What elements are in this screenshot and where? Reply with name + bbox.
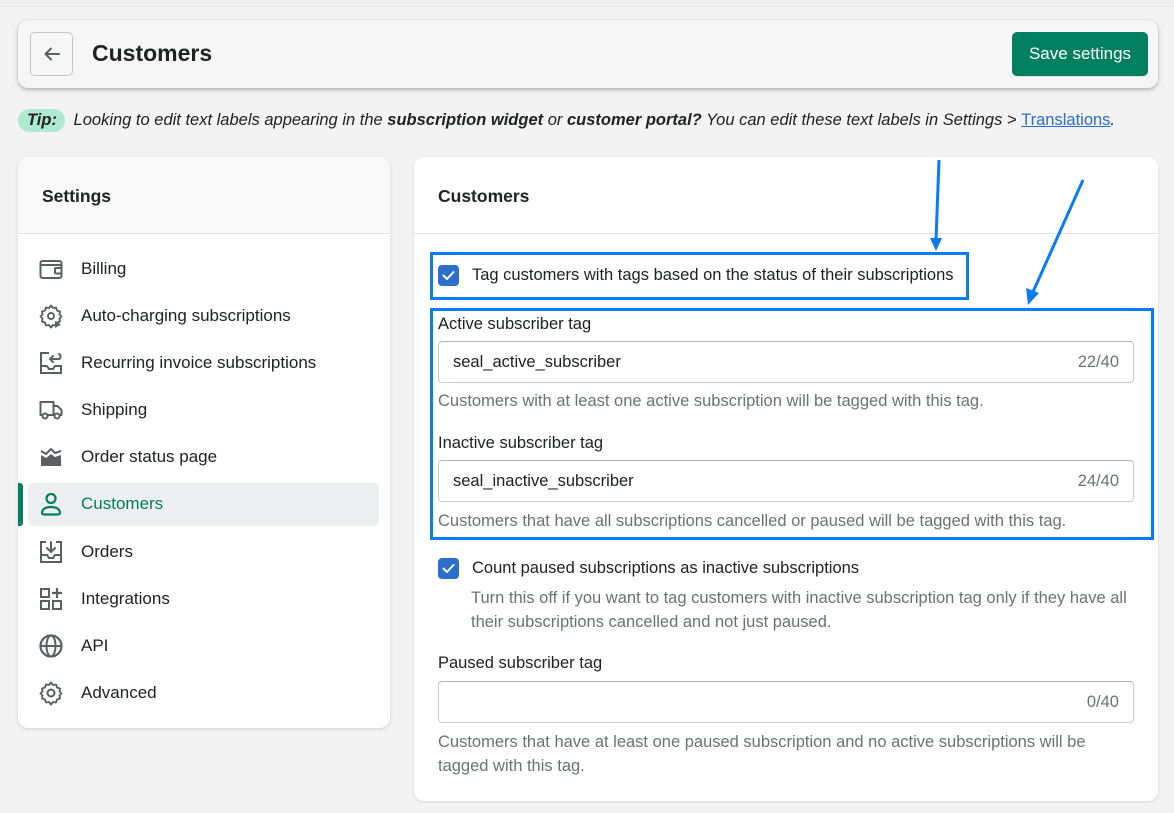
page-title: Customers (92, 40, 213, 66)
order-status-icon (38, 444, 64, 470)
sidebar-item-order-status-page[interactable]: Order status page (28, 436, 379, 479)
sidebar-item-customers[interactable]: Customers (18, 482, 379, 526)
settings-sidebar: Settings Billing Auto-charging subscript… (18, 157, 390, 728)
count-paused-checkbox[interactable] (438, 558, 459, 579)
count-paused-checkbox-row[interactable]: Count paused subscriptions as inactive s… (438, 558, 859, 579)
active-tag-input[interactable]: seal_active_subscriber 22/40 (438, 341, 1134, 383)
settings-nav: Billing Auto-charging subscriptions Recu… (18, 234, 390, 715)
inactive-tag-help: Customers that have all subscriptions ca… (438, 512, 1067, 530)
tag-customers-checkbox[interactable] (438, 265, 459, 286)
tip-text: Looking to edit text labels appearing in… (73, 111, 383, 129)
paused-tag-label: Paused subscriber tag (438, 654, 603, 672)
sidebar-item-shipping[interactable]: Shipping (28, 389, 379, 432)
save-settings-button[interactable]: Save settings (1012, 32, 1148, 76)
person-icon (38, 491, 64, 517)
translations-link[interactable]: Translations (1021, 111, 1110, 129)
active-tag-value: seal_active_subscriber (453, 352, 621, 371)
inactive-tag-input[interactable]: seal_inactive_subscriber 24/40 (438, 460, 1134, 502)
sidebar-item-label: Integrations (81, 588, 170, 608)
wallet-icon (38, 256, 64, 282)
back-button[interactable] (30, 32, 73, 76)
sidebar-item-orders[interactable]: Orders (28, 530, 379, 573)
count-paused-label: Count paused subscriptions as inactive s… (472, 559, 860, 577)
sidebar-item-advanced[interactable]: Advanced (28, 672, 379, 715)
tip-bold-portal: customer portal? (566, 111, 702, 129)
sidebar-item-label: Shipping (81, 400, 148, 420)
sidebar-title: Settings (18, 157, 390, 234)
window-top-bar (0, 0, 1174, 7)
gear-icon (38, 680, 64, 706)
count-paused-help: Turn this off if you want to tag custome… (471, 589, 1127, 631)
inactive-tag-value: seal_inactive_subscriber (453, 471, 634, 490)
customers-settings-card: Customers Tag customers with tags based … (414, 157, 1158, 801)
checkmark-icon (442, 271, 455, 280)
tip-period: . (1110, 111, 1116, 129)
sidebar-item-label: Advanced (81, 683, 157, 703)
tip-bold-widget: subscription widget (387, 111, 544, 129)
sidebar-item-label: Auto-charging subscriptions (81, 305, 291, 325)
paused-tag-input[interactable]: 0/40 (438, 681, 1134, 723)
sidebar-item-recurring-invoice[interactable]: Recurring invoice subscriptions (28, 341, 379, 384)
globe-icon (38, 633, 64, 659)
tip-text: or (547, 111, 563, 129)
sidebar-item-api[interactable]: API (28, 625, 379, 668)
page-header: Customers Save settings (18, 20, 1158, 88)
sidebar-item-label: Billing (81, 258, 127, 278)
sidebar-item-label: Recurring invoice subscriptions (81, 352, 317, 372)
sidebar-item-billing[interactable]: Billing (28, 247, 379, 290)
active-tag-label: Active subscriber tag (438, 315, 592, 333)
apps-plus-icon (38, 586, 64, 612)
sidebar-item-label: Order status page (81, 447, 218, 467)
tag-customers-checkbox-row[interactable]: Tag customers with tags based on the sta… (438, 265, 954, 286)
sidebar-item-label: Orders (81, 541, 133, 561)
gear-play-icon (38, 303, 64, 329)
paused-tag-char-count: 0/40 (1086, 692, 1119, 711)
sidebar-item-label: API (81, 636, 109, 655)
inactive-tag-char-count: 24/40 (1077, 471, 1119, 490)
tip-badge: Tip: (18, 109, 65, 132)
card-title: Customers (414, 157, 1158, 234)
sidebar-item-label: Customers (81, 494, 164, 514)
tag-customers-label: Tag customers with tags based on the sta… (472, 266, 954, 284)
inbox-download-icon (38, 539, 64, 565)
invoice-return-icon (38, 350, 64, 376)
tip-banner: Tip: Looking to edit text labels appeari… (18, 109, 1115, 132)
tip-text: You can edit these text labels in Settin… (706, 111, 1017, 129)
sidebar-item-integrations[interactable]: Integrations (28, 577, 379, 620)
sidebar-item-auto-charging[interactable]: Auto-charging subscriptions (28, 294, 379, 337)
arrow-left-icon (44, 47, 60, 61)
active-tag-help: Customers with at least one active subsc… (438, 392, 984, 410)
active-tag-char-count: 22/40 (1077, 352, 1119, 371)
checkmark-icon (442, 564, 455, 573)
truck-icon (38, 397, 64, 423)
inactive-tag-label: Inactive subscriber tag (438, 434, 604, 452)
paused-tag-help: Customers that have at least one paused … (438, 733, 1086, 775)
